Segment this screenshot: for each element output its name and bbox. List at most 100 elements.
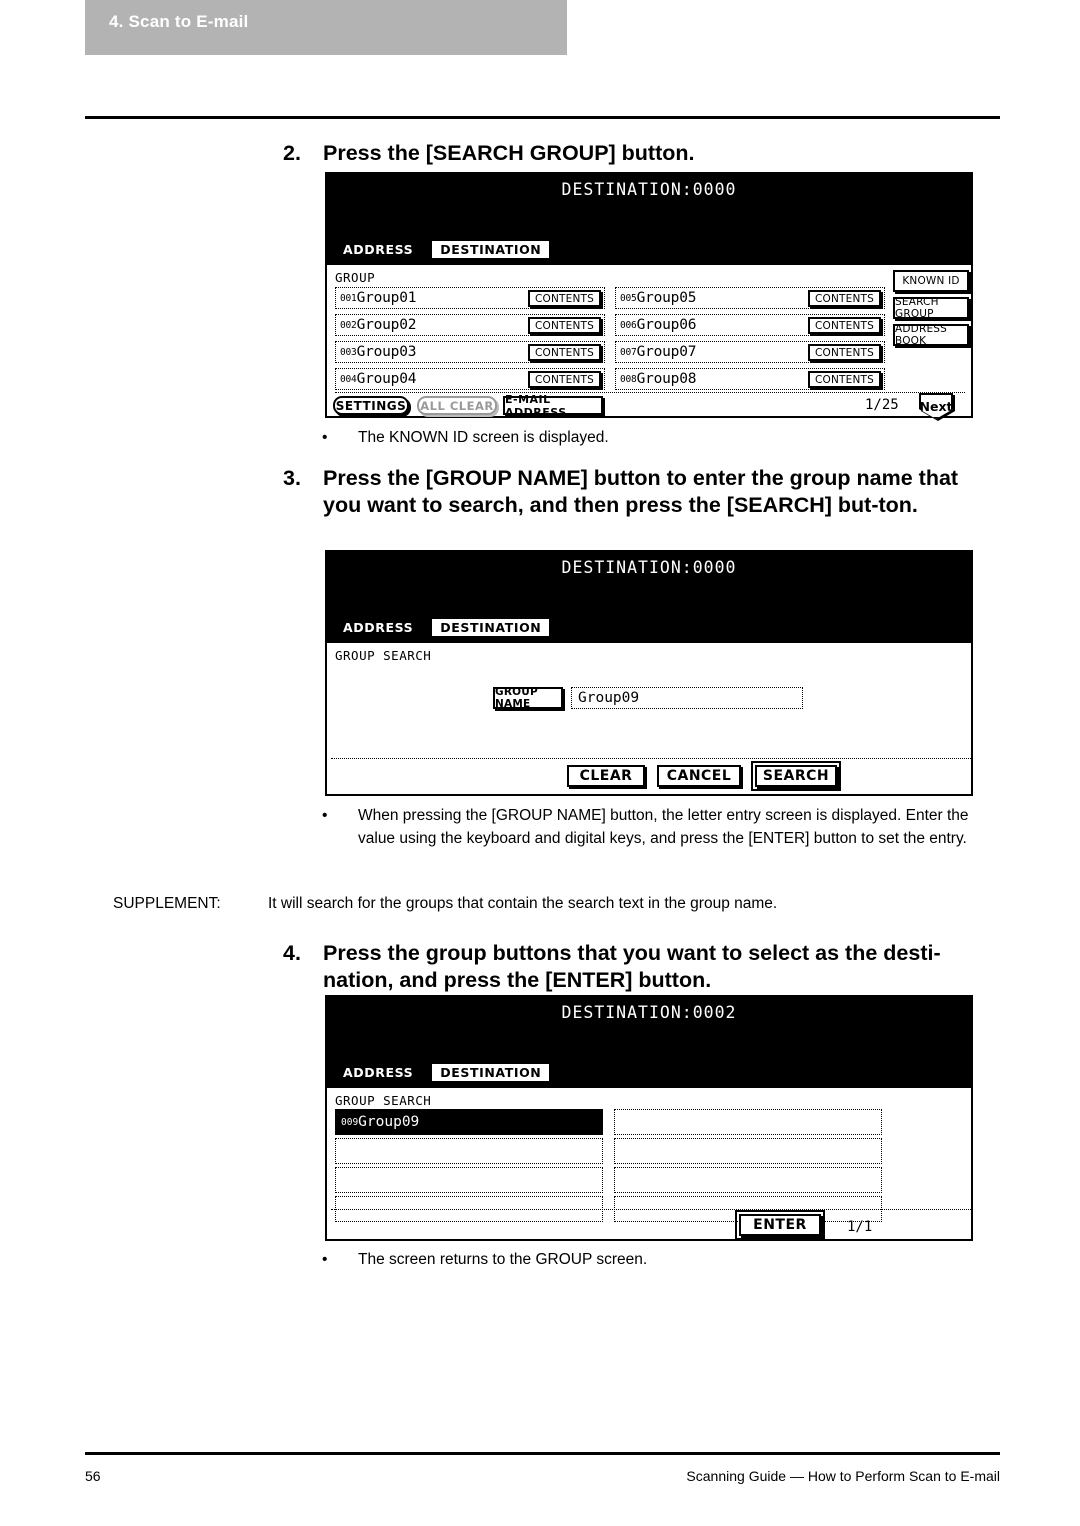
bullet-marker: • [322,807,328,824]
lcd1-section-label: GROUP [335,270,376,285]
lcd1-group-num-008: 008 [620,373,637,385]
lcd1-group-name-001: Group01 [356,290,417,306]
lcd1-group-name-004: Group04 [356,371,417,387]
lcd1-group-name-007: Group07 [636,344,697,360]
lcd-panel-group-search[interactable]: DESTINATION:0000 ADDRESS DESTINATION GRO… [325,550,973,796]
lcd1-group-row-006[interactable]: 006 Group06 CONTENTS [615,314,885,336]
lcd1-search-group-button[interactable]: SEARCH GROUP [893,296,969,320]
lcd1-contents-button-002[interactable]: CONTENTS [527,317,601,334]
chapter-header-band: 4. Scan to E-mail [85,0,567,55]
step-4-number: 4. [283,941,301,965]
top-divider-rule [85,116,1000,119]
lcd3-enter-button[interactable]: ENTER [735,1210,825,1240]
lcd1-contents-button-008[interactable]: CONTENTS [807,371,881,388]
lcd1-contents-button-006[interactable]: CONTENTS [807,317,881,334]
lcd3-result-row-empty-r1[interactable] [614,1109,882,1135]
lcd1-email-address-button[interactable]: E-MAIL ADDRESS [503,393,603,419]
lcd3-result-row-009[interactable]: 009 Group09 [335,1109,603,1135]
footer-page-number: 56 [85,1468,101,1484]
note-after-step-2-text: The KNOWN ID screen is displayed. [358,429,609,446]
note-after-step-4-text: The screen returns to the GROUP screen. [358,1251,648,1268]
step-4-text: Press the group buttons that you want to… [323,941,941,992]
lcd1-destination-counter: DESTINATION:0000 [561,180,737,199]
step-4: 4. Press the group buttons that you want… [283,940,998,994]
lcd1-group-name-008: Group08 [636,371,697,387]
lcd3-result-row-empty-r2[interactable] [614,1138,882,1164]
lcd1-group-num-003: 003 [340,346,357,358]
step-3: 3. Press the [GROUP NAME] button to ente… [283,465,998,519]
lcd3-tab-destination[interactable]: DESTINATION [427,1059,555,1086]
lcd-panel-group-list[interactable]: DESTINATION:0000 ADDRESS DESTINATION GRO… [325,172,973,421]
lcd1-known-id-button[interactable]: KNOWN ID [893,270,969,292]
lcd1-contents-button-007[interactable]: CONTENTS [807,344,881,361]
lcd1-group-row-003[interactable]: 003 Group03 CONTENTS [335,341,605,363]
lcd3-result-num-009: 009 [341,1116,359,1128]
lcd1-group-num-004: 004 [340,373,357,385]
step-3-number: 3. [283,466,301,490]
supplement-block: SUPPLEMENT: It will search for the group… [113,893,1003,915]
lcd2-search-button[interactable]: SEARCH [751,761,841,791]
lcd1-group-row-005[interactable]: 005 Group05 CONTENTS [615,287,885,309]
lcd3-result-row-empty-r3[interactable] [614,1167,882,1193]
lcd1-group-num-001: 001 [340,292,357,304]
lcd1-group-num-007: 007 [620,346,637,358]
lcd-panel-search-results[interactable]: DESTINATION:0002 ADDRESS DESTINATION GRO… [325,995,973,1241]
bullet-marker: • [322,429,328,446]
lcd1-group-name-005: Group05 [636,290,697,306]
lcd1-group-row-008[interactable]: 008 Group08 CONTENTS [615,368,885,390]
lcd1-contents-button-005[interactable]: CONTENTS [807,290,881,307]
lcd1-tab-address[interactable]: ADDRESS [329,236,427,263]
lcd3-result-name-009: Group09 [358,1114,420,1130]
page-footer: 56 Scanning Guide — How to Perform Scan … [85,1468,1000,1492]
lcd1-group-name-002: Group02 [356,317,417,333]
lcd1-settings-button[interactable]: SETTINGS [333,396,409,415]
lcd1-tab-destination[interactable]: DESTINATION [427,236,555,263]
lcd3-result-row-empty-l3[interactable] [335,1167,603,1193]
lcd1-group-row-007[interactable]: 007 Group07 CONTENTS [615,341,885,363]
lcd2-section-label: GROUP SEARCH [335,648,432,663]
lcd1-group-name-003: Group03 [356,344,417,360]
step-2: 2. Press the [SEARCH GROUP] button. [283,140,998,167]
lcd3-destination-counter: DESTINATION:0002 [561,1003,737,1022]
bullet-marker: • [322,1251,328,1268]
lcd3-tab-bar[interactable]: ADDRESS DESTINATION [329,1059,555,1086]
note-after-step-3: • When pressing the [GROUP NAME] button,… [322,805,987,850]
step-3-text: Press the [GROUP NAME] button to enter t… [323,466,959,517]
lcd1-group-row-001[interactable]: 001 Group01 CONTENTS [335,287,605,309]
lcd3-page-indicator: 1/1 [847,1219,873,1235]
lcd1-group-row-002[interactable]: 002 Group02 CONTENTS [335,314,605,336]
lcd1-contents-button-003[interactable]: CONTENTS [527,344,601,361]
lcd1-bottom-separator [335,392,965,393]
lcd2-clear-button[interactable]: CLEAR [567,765,645,787]
supplement-text: It will search for the groups that conta… [268,895,778,912]
lcd1-group-num-002: 002 [340,319,357,331]
note-after-step-4: • The screen returns to the GROUP screen… [322,1249,982,1272]
supplement-label: SUPPLEMENT: [113,895,221,912]
lcd2-group-name-field[interactable]: Group09 [571,687,803,709]
lcd1-tab-bar[interactable]: ADDRESS DESTINATION [329,236,555,263]
lcd1-page-indicator: 1/25 [865,397,899,413]
lcd1-contents-button-004[interactable]: CONTENTS [527,371,601,388]
lcd2-tab-destination[interactable]: DESTINATION [427,614,555,641]
lcd3-result-row-empty-l2[interactable] [335,1138,603,1164]
lcd3-tab-address[interactable]: ADDRESS [329,1059,427,1086]
lcd3-bottom-separator [331,1209,971,1210]
lcd2-tab-address[interactable]: ADDRESS [329,614,427,641]
lcd1-all-clear-button[interactable]: ALL CLEAR [417,396,497,415]
note-after-step-3-text: When pressing the [GROUP NAME] button, t… [358,807,969,847]
lcd2-group-name-button[interactable]: GROUP NAME [493,686,563,710]
footer-guide-title: Scanning Guide — How to Perform Scan to … [686,1468,1000,1484]
lcd3-section-label: GROUP SEARCH [335,1093,432,1108]
note-after-step-2: • The KNOWN ID screen is displayed. [322,427,982,450]
bottom-divider-rule [85,1452,1000,1455]
lcd1-group-row-004[interactable]: 004 Group04 CONTENTS [335,368,605,390]
lcd1-group-num-006: 006 [620,319,637,331]
lcd1-group-num-005: 005 [620,292,637,304]
lcd2-tab-bar[interactable]: ADDRESS DESTINATION [329,614,555,641]
lcd2-destination-counter: DESTINATION:0000 [561,558,737,577]
lcd1-address-book-button[interactable]: ADDRESS BOOK [893,323,969,347]
lcd1-contents-button-001[interactable]: CONTENTS [527,290,601,307]
lcd2-cancel-button[interactable]: CANCEL [657,765,741,787]
lcd2-bottom-separator [331,758,971,759]
lcd1-group-name-006: Group06 [636,317,697,333]
